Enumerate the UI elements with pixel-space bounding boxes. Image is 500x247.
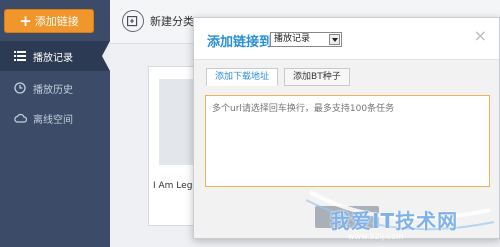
new-category-label: 新建分类	[150, 15, 194, 28]
list-icon	[13, 49, 27, 63]
sidebar-item-label: 播放记录	[33, 52, 73, 64]
sidebar-item-label: 离线空间	[33, 114, 73, 126]
dialog-header: 添加链接到 播放记录 ×	[194, 18, 499, 60]
close-icon[interactable]: ×	[474, 28, 487, 44]
new-folder-icon	[122, 10, 144, 32]
chevron-down-icon	[329, 34, 340, 45]
active-indicator	[102, 41, 110, 71]
plus-icon: +	[19, 11, 32, 30]
sidebar-item-label: 播放历史	[33, 84, 73, 96]
new-category-button[interactable]: 新建分类	[122, 10, 194, 32]
add-link-dialog: 添加链接到 播放记录 × 添加下载地址 添加BT种子	[193, 17, 500, 239]
sidebar-item-play-records[interactable]: 播放记录	[0, 41, 110, 71]
add-link-label: 添加链接	[34, 15, 79, 28]
clock-icon	[13, 81, 27, 95]
tab-add-bt-seed[interactable]: 添加BT种子	[284, 68, 350, 86]
tab-add-download-url[interactable]: 添加下载地址	[206, 68, 279, 86]
sidebar-item-play-history[interactable]: 播放历史	[0, 73, 110, 103]
dialog-tabs: 添加下载地址 添加BT种子	[206, 68, 350, 86]
confirm-button[interactable]	[315, 206, 379, 228]
cloud-icon	[13, 111, 27, 125]
sidebar: + 添加链接 播放记录 播放历史 离线空间	[0, 0, 110, 247]
url-input[interactable]	[205, 95, 490, 187]
target-category-select[interactable]: 播放记录	[270, 32, 342, 47]
dialog-title: 添加链接到	[207, 35, 273, 50]
sidebar-item-offline-space[interactable]: 离线空间	[0, 103, 110, 133]
select-value: 播放记录	[274, 34, 311, 44]
add-link-button[interactable]: + 添加链接	[4, 9, 94, 33]
